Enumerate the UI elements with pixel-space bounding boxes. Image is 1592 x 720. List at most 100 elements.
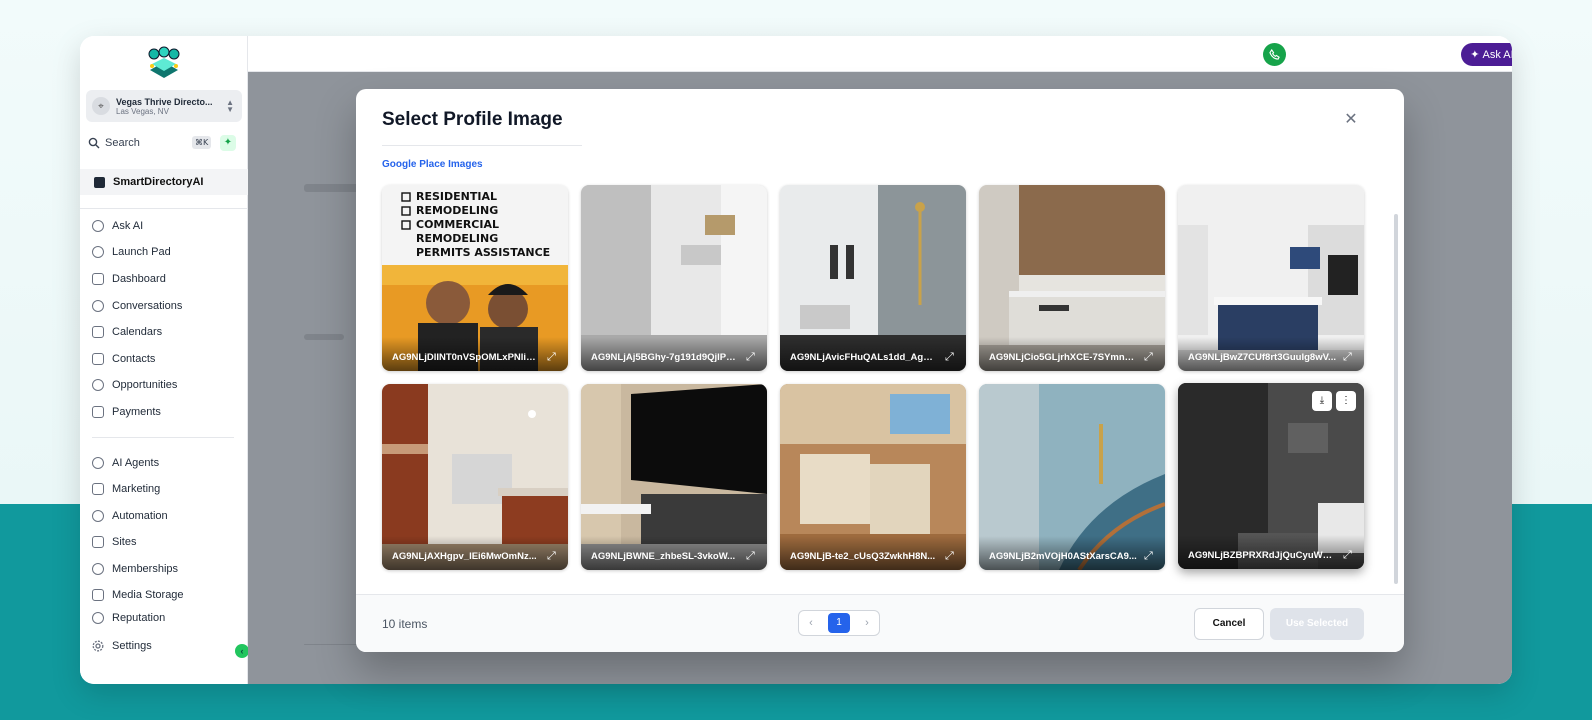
- image-card[interactable]: AG9NLjCio5GLjrhXCE-7SYmng... ⤢: [979, 185, 1165, 371]
- image-card[interactable]: AG9NLjBWNE_zhbeSL-3vkoW... ⤢: [581, 384, 767, 570]
- sidebar-item-ask-ai[interactable]: Ask AI: [92, 216, 242, 236]
- agency-item[interactable]: SmartDirectoryAI: [80, 169, 248, 195]
- sidebar-item-label: Payments: [112, 406, 161, 418]
- expand-icon[interactable]: ⤢: [1144, 352, 1155, 363]
- close-icon[interactable]: ✕: [1344, 112, 1358, 128]
- dashboard-icon: [92, 273, 104, 285]
- item-count: 10 items: [382, 617, 428, 631]
- sidebar-divider: [92, 437, 234, 438]
- location-city: Las Vegas, NV: [116, 106, 169, 116]
- pagination: ‹ 1 ›: [798, 610, 880, 636]
- image-card[interactable]: AG9NLjAXHgpv_lEi6MwOmNz... ⤢: [382, 384, 568, 570]
- search-icon: [88, 137, 100, 149]
- rocket-icon: [92, 246, 104, 258]
- image-filename: AG9NLjB2mVOjH0AStXarsCA9...: [989, 551, 1137, 562]
- quick-action-icon[interactable]: ✦: [220, 135, 236, 151]
- image-filename: AG9NLjBWNE_zhbeSL-3vkoW...: [591, 551, 736, 562]
- sidebar-item-launch-pad[interactable]: Launch Pad: [92, 242, 242, 262]
- sidebar-item-contacts[interactable]: Contacts: [92, 349, 242, 369]
- sidebar-item-label: Calendars: [112, 326, 163, 338]
- sidebar: ⌖ Vegas Thrive Directo... Las Vegas, NV …: [80, 36, 249, 684]
- phone-button[interactable]: [1263, 43, 1286, 66]
- sidebar-item-label: Sites: [112, 536, 137, 548]
- sidebar-item-ai-agents[interactable]: AI Agents: [92, 453, 242, 473]
- chat-icon: [92, 300, 104, 312]
- sparkles-icon: [92, 220, 104, 232]
- sidebar-item-automation[interactable]: Automation: [92, 506, 242, 526]
- scrollbar[interactable]: [1394, 214, 1398, 584]
- sidebar-item-marketing[interactable]: Marketing: [92, 479, 242, 499]
- image-card[interactable]: AG9NLjB-te2_cUsQ3ZwkhH8N... ⤢: [780, 384, 966, 570]
- title-underline: [382, 145, 582, 146]
- calendar-icon: [92, 326, 104, 338]
- expand-icon[interactable]: ⤢: [1144, 551, 1155, 562]
- sidebar-item-label: Ask AI: [112, 220, 144, 232]
- image-filename: AG9NLjB-te2_cUsQ3ZwkhH8N...: [790, 551, 936, 562]
- membership-icon: [92, 563, 104, 575]
- backdrop-text: [304, 334, 344, 340]
- sidebar-item-conversations[interactable]: Conversations: [92, 296, 242, 316]
- banner-line: PERMITS ASSISTANCE: [416, 246, 551, 259]
- banner-line: COMMERCIAL REMODELING: [416, 218, 499, 245]
- sidebar-item-payments[interactable]: Payments: [92, 402, 242, 422]
- sidebar-item-sites[interactable]: Sites: [92, 532, 242, 552]
- download-icon[interactable]: ⤓: [1312, 391, 1332, 411]
- use-selected-button[interactable]: Use Selected: [1270, 608, 1364, 640]
- page-number[interactable]: 1: [828, 613, 850, 633]
- expand-icon[interactable]: ⤢: [1343, 550, 1354, 561]
- sidebar-item-label: Marketing: [112, 483, 161, 495]
- image-card[interactable]: AG9NLjBwZ7CUf8rt3GuuIg8wV... ⤢: [1178, 185, 1364, 371]
- image-card[interactable]: AG9NLjAvicFHuQALs1dd_AgW... ⤢: [780, 185, 966, 371]
- expand-icon[interactable]: ⤢: [1343, 352, 1354, 363]
- sidebar-divider: [80, 208, 248, 209]
- section-label: Google Place Images: [382, 159, 483, 170]
- modal-title: Select Profile Image: [382, 109, 563, 130]
- image-card[interactable]: RESIDENTIAL REMODELING COMMERCIAL REMODE…: [382, 185, 568, 371]
- image-grid: RESIDENTIAL REMODELING COMMERCIAL REMODE…: [382, 185, 1364, 570]
- image-card[interactable]: AG9NLjAj5BGhy-7g191d9QjlPn... ⤢: [581, 185, 767, 371]
- image-filename: AG9NLjBZBPRXRdJjQuCyuWHF...: [1188, 550, 1336, 561]
- cancel-button[interactable]: Cancel: [1194, 608, 1264, 640]
- prev-page-icon[interactable]: ‹: [803, 617, 819, 629]
- search-shortcut: ⌘K: [192, 136, 212, 149]
- collapse-sidebar-icon[interactable]: ‹: [235, 644, 249, 658]
- sidebar-item-media-storage[interactable]: Media Storage: [92, 585, 242, 605]
- opportunities-icon: [92, 379, 104, 391]
- sidebar-item-dashboard[interactable]: Dashboard: [92, 269, 242, 289]
- banner-text: RESIDENTIAL REMODELING COMMERCIAL REMODE…: [416, 190, 568, 260]
- image-card[interactable]: AG9NLjB2mVOjH0AStXarsCA9... ⤢: [979, 384, 1165, 570]
- expand-icon[interactable]: ⤢: [945, 352, 956, 363]
- sidebar-item-label: Opportunities: [112, 379, 178, 391]
- agency-icon: [94, 176, 105, 188]
- expand-icon[interactable]: ⤢: [547, 551, 558, 562]
- sidebar-item-opportunities[interactable]: Opportunities: [92, 375, 242, 395]
- sidebar-item-label: Media Storage: [112, 589, 184, 601]
- next-page-icon[interactable]: ›: [859, 617, 875, 629]
- send-icon: [92, 483, 104, 495]
- backdrop-text: [304, 184, 364, 192]
- expand-icon[interactable]: ⤢: [746, 551, 757, 562]
- image-icon: [92, 589, 104, 601]
- ai-agents-icon: [92, 457, 104, 469]
- phone-icon: [1269, 49, 1280, 60]
- image-filename: AG9NLjCio5GLjrhXCE-7SYmng...: [989, 352, 1137, 363]
- payments-icon: [92, 406, 104, 418]
- sidebar-item-label: Contacts: [112, 353, 156, 365]
- image-card[interactable]: ⤓ ⋮ AG9NLjBZBPRXRdJjQuCyuWHF... ⤢: [1178, 383, 1364, 569]
- expand-icon[interactable]: ⤢: [945, 551, 956, 562]
- ask-ai-button[interactable]: ✦ Ask AI: [1461, 43, 1512, 66]
- image-filename: AG9NLjAj5BGhy-7g191d9QjlPn...: [591, 352, 739, 363]
- sidebar-item-label: AI Agents: [112, 457, 160, 469]
- agency-label: SmartDirectoryAI: [113, 176, 204, 188]
- more-options-icon[interactable]: ⋮: [1336, 391, 1356, 411]
- expand-icon[interactable]: ⤢: [547, 352, 558, 363]
- location-switcher[interactable]: ⌖ Vegas Thrive Directo... Las Vegas, NV …: [86, 90, 242, 122]
- ask-ai-label: Ask AI: [1482, 48, 1512, 61]
- sidebar-item-settings[interactable]: Settings: [92, 640, 152, 652]
- sidebar-item-label: Launch Pad: [112, 246, 171, 258]
- sidebar-item-calendars[interactable]: Calendars: [92, 322, 242, 342]
- sidebar-item-reputation[interactable]: Reputation: [92, 612, 242, 624]
- location-pin-icon: ⌖: [92, 97, 110, 115]
- sidebar-item-memberships[interactable]: Memberships: [92, 559, 242, 579]
- expand-icon[interactable]: ⤢: [746, 352, 757, 363]
